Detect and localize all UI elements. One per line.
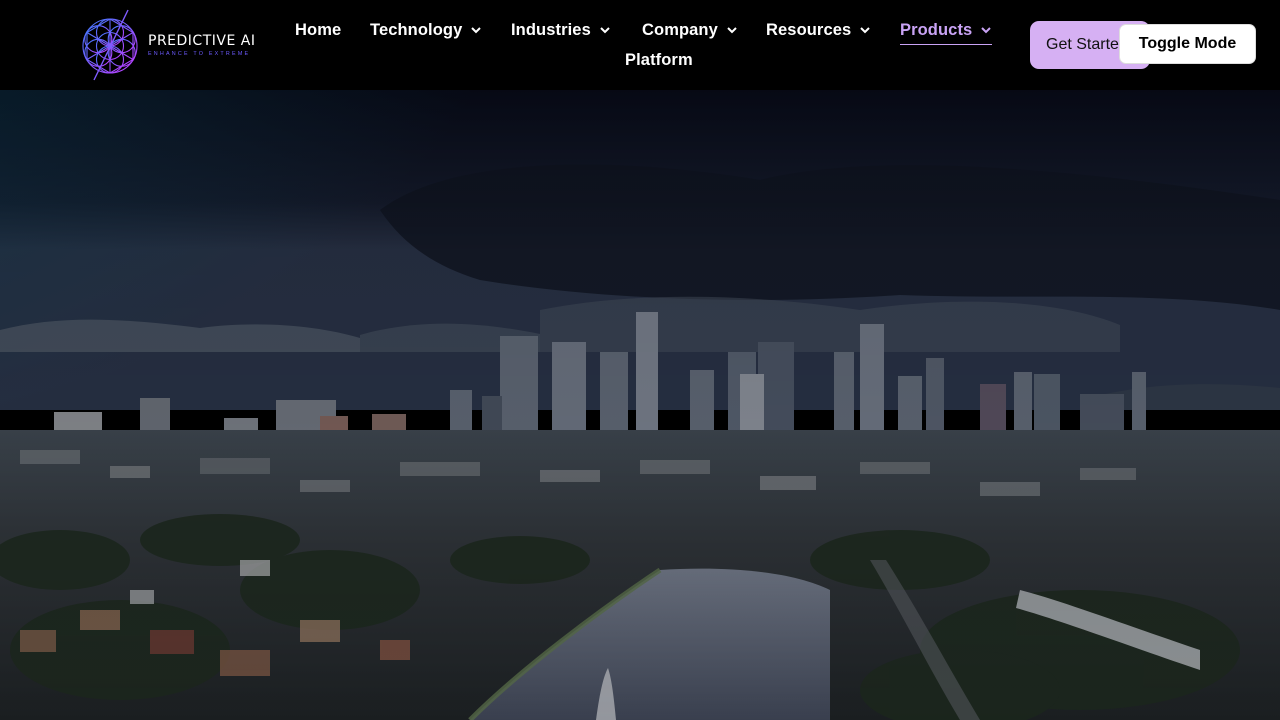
nav-item-label: Industries bbox=[511, 20, 591, 39]
brand-logo[interactable]: PREDICTIVE AI ENHANCE TO EXTREME bbox=[80, 8, 270, 82]
nav-item-label: Home bbox=[295, 20, 342, 39]
site-header: PREDICTIVE AI ENHANCE TO EXTREME Home Te… bbox=[0, 0, 1280, 90]
nav-item-label: Platform bbox=[625, 50, 693, 69]
nav-item-company[interactable]: Company bbox=[642, 18, 738, 42]
nav-item-label: Company bbox=[642, 20, 718, 39]
logo-text: PREDICTIVE AI ENHANCE TO EXTREME bbox=[148, 33, 255, 58]
toggle-mode-button[interactable]: Toggle Mode bbox=[1119, 24, 1256, 64]
nav-item-home[interactable]: Home bbox=[295, 18, 341, 42]
nav-item-resources[interactable]: Resources bbox=[766, 18, 871, 42]
nav-item-label: Products bbox=[900, 20, 973, 39]
nav-item-label: Technology bbox=[370, 20, 463, 39]
nav-item-label: Resources bbox=[766, 20, 852, 39]
nav-item-technology[interactable]: Technology bbox=[370, 18, 482, 42]
chevron-down-icon bbox=[471, 27, 482, 34]
nav-item-products[interactable]: Products bbox=[900, 18, 993, 45]
brand-name: PREDICTIVE AI bbox=[148, 32, 256, 49]
chevron-down-icon bbox=[981, 27, 992, 34]
chevron-down-icon bbox=[727, 27, 737, 34]
brand-tagline: ENHANCE TO EXTREME bbox=[148, 50, 251, 57]
hero-section bbox=[0, 90, 1280, 720]
chevron-down-icon bbox=[600, 27, 610, 34]
chevron-down-icon bbox=[860, 27, 870, 34]
hero-city-image bbox=[0, 90, 1280, 720]
nav-item-platform[interactable]: Platform bbox=[625, 48, 693, 72]
logo-mark-icon bbox=[82, 9, 138, 81]
nav-item-industries[interactable]: Industries bbox=[511, 18, 611, 42]
